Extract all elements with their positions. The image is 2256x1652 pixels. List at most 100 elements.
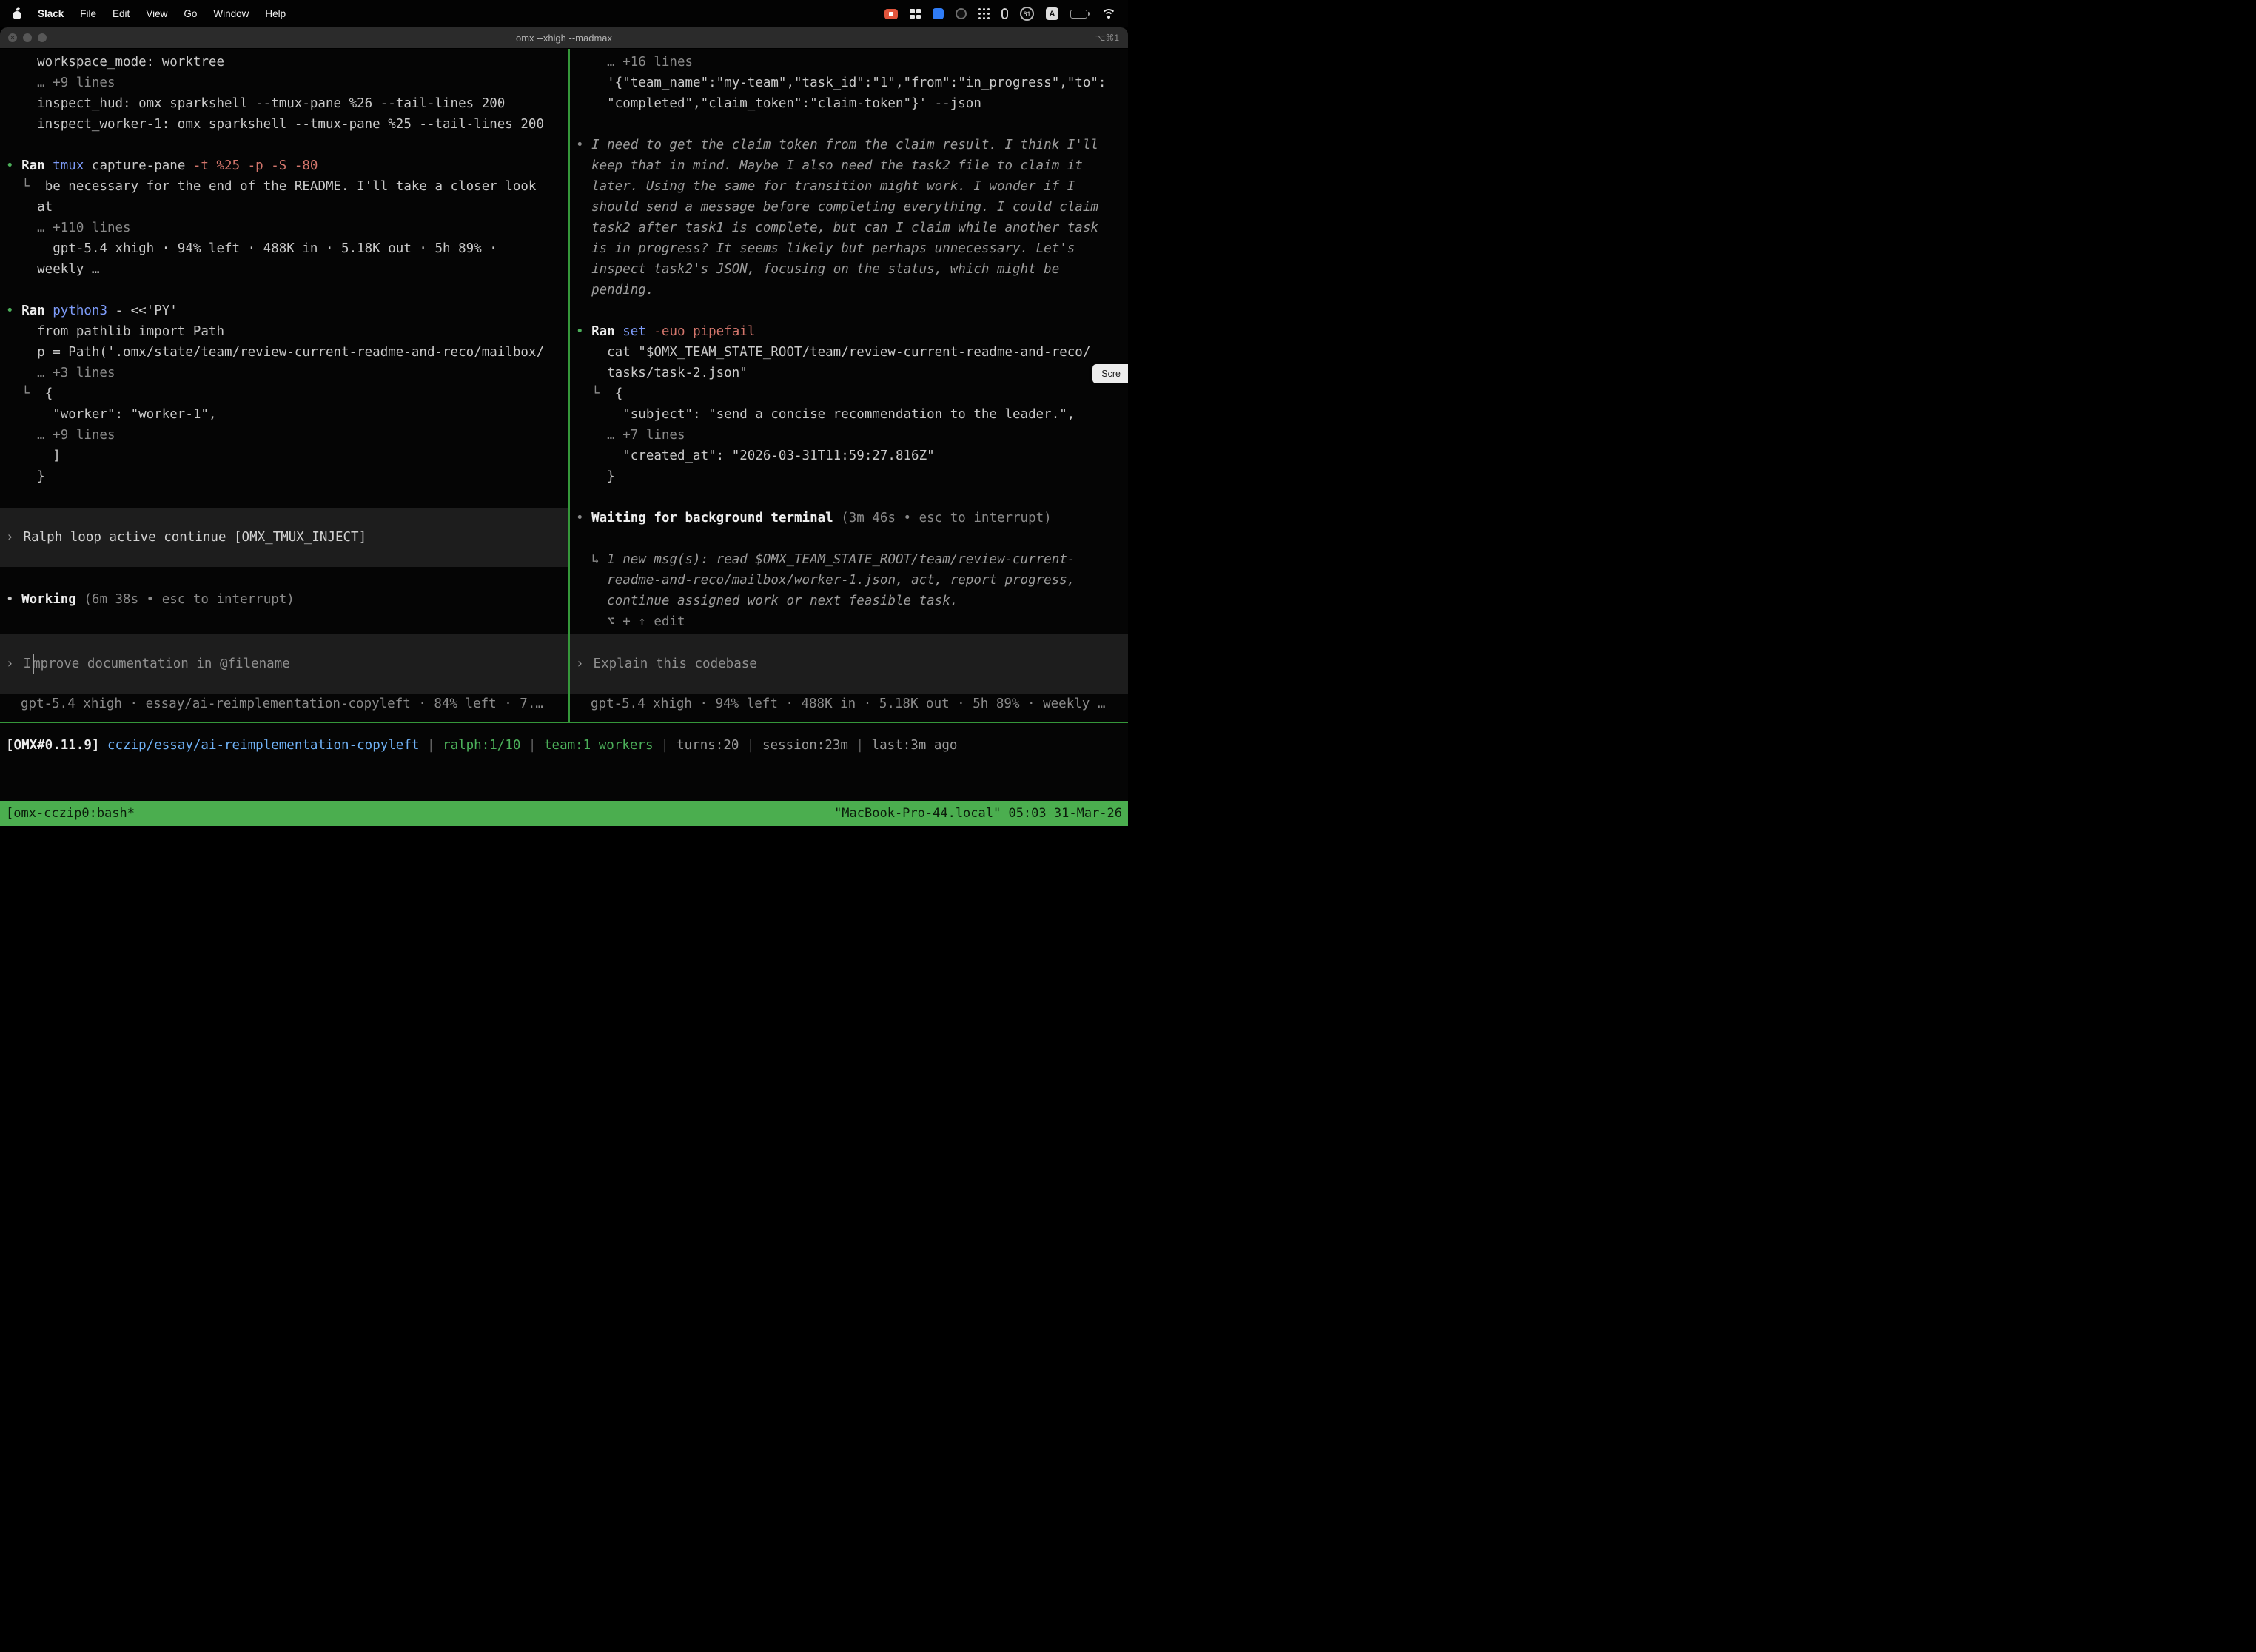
- terminal-line: … +3 lines: [0, 363, 568, 383]
- menu-view[interactable]: View: [138, 8, 175, 19]
- apple-menu-icon[interactable]: [12, 7, 23, 20]
- terminal-line: from pathlib import Path: [0, 321, 568, 342]
- terminal-line: … +9 lines: [0, 425, 568, 446]
- chat-input-left[interactable]: › Improve documentation in @filename: [0, 634, 568, 694]
- menu-edit[interactable]: Edit: [105, 8, 137, 19]
- terminal-line: weekly …: [0, 259, 568, 280]
- minimize-button[interactable]: [23, 33, 32, 42]
- right-pane-footer: gpt-5.4 xhigh · 94% left · 488K in · 5.1…: [570, 694, 1128, 714]
- terminal-line: [0, 135, 568, 155]
- terminal-line: [OMX#0.11.9] cczip/essay/ai-reimplementa…: [0, 735, 1128, 756]
- terminal-line: workspace_mode: worktree: [0, 52, 568, 73]
- left-pane-scrollback: workspace_mode: worktree … +9 lines insp…: [0, 52, 568, 508]
- window-title: omx --xhigh --madmax: [0, 33, 1128, 44]
- terminal-line: keep that in mind. Maybe I also need the…: [570, 155, 1128, 176]
- terminal-line: [570, 487, 1128, 508]
- terminal-line: [570, 528, 1128, 549]
- terminal-line: [0, 487, 568, 508]
- terminal-line: [570, 300, 1128, 321]
- terminal-content: workspace_mode: worktree … +9 lines insp…: [0, 49, 1128, 826]
- terminal-line: "completed","claim_token":"claim-token"}…: [570, 93, 1128, 114]
- terminal-line: inspect task2's JSON, focusing on the st…: [570, 259, 1128, 280]
- terminal-line: should send a message before completing …: [570, 197, 1128, 218]
- tmux-pane-left[interactable]: workspace_mode: worktree … +9 lines insp…: [0, 49, 568, 722]
- terminal-line: tasks/task-2.json": [570, 363, 1128, 383]
- terminal-line: p = Path('.omx/state/team/review-current…: [0, 342, 568, 363]
- terminal-line: └ be necessary for the end of the README…: [0, 176, 568, 197]
- terminal-line: ↳ 1 new msg(s): read $OMX_TEAM_STATE_ROO…: [570, 549, 1128, 570]
- traffic-lights: ×: [0, 33, 47, 42]
- terminal-line: inspect_worker-1: omx sparkshell --tmux-…: [0, 114, 568, 135]
- window-shortcut-badge: ⌥⌘1: [1095, 33, 1128, 43]
- terminal-line: [0, 280, 568, 300]
- placeholder-rest: mprove documentation in @filename: [33, 657, 290, 671]
- terminal-line: ]: [0, 446, 568, 466]
- battery-percent-badge[interactable]: 61: [1020, 7, 1034, 21]
- terminal-line: later. Using the same for transition mig…: [570, 176, 1128, 197]
- inject-banner-text: Ralph loop active continue [OMX_TMUX_INJ…: [24, 530, 367, 545]
- terminal-line: … +7 lines: [570, 425, 1128, 446]
- terminal-line: is in progress? It seems likely but perh…: [570, 238, 1128, 259]
- text-cursor: I: [24, 657, 32, 671]
- terminal-line: readme-and-reco/mailbox/worker-1.json, a…: [570, 570, 1128, 591]
- menu-bar-left: Slack File Edit View Go Window Help: [12, 7, 293, 20]
- blue-app-icon[interactable]: [933, 8, 944, 19]
- terminal-line: task2 after task1 is complete, but can I…: [570, 218, 1128, 238]
- working-status-row: • Working (6m 38s • esc to interrupt): [0, 589, 568, 610]
- terminal-line: cat "$OMX_TEAM_STATE_ROOT/team/review-cu…: [570, 342, 1128, 363]
- tmux-pane-right[interactable]: … +16 lines '{"team_name":"my-team","tas…: [570, 49, 1128, 722]
- terminal-window: × omx --xhigh --madmax ⌥⌘1 workspace_mod…: [0, 27, 1128, 826]
- zoom-button[interactable]: [38, 33, 47, 42]
- prompt-chevron-icon: ›: [6, 657, 14, 671]
- dots-grid-icon[interactable]: [978, 8, 990, 19]
- input-source-icon[interactable]: A: [1046, 7, 1058, 20]
- menu-help[interactable]: Help: [258, 8, 293, 19]
- terminal-line: pending.: [570, 280, 1128, 300]
- menu-window[interactable]: Window: [206, 8, 256, 19]
- tmux-host-clock: "MacBook-Pro-44.local" 05:03 31-Mar-26: [834, 806, 1122, 821]
- terminal-line: }: [570, 466, 1128, 487]
- window-grid-icon[interactable]: [910, 9, 921, 19]
- terminal-line: inspect_hud: omx sparkshell --tmux-pane …: [0, 93, 568, 114]
- terminal-line: ⌥ + ↑ edit: [570, 611, 1128, 632]
- close-button[interactable]: ×: [8, 33, 17, 42]
- terminal-line: … +16 lines: [570, 52, 1128, 73]
- chat-input-placeholder: Improve documentation in @filename: [24, 657, 290, 671]
- right-pane-scrollback: … +16 lines '{"team_name":"my-team","tas…: [570, 52, 1128, 632]
- terminal-line: at: [0, 197, 568, 218]
- inject-banner[interactable]: › Ralph loop active continue [OMX_TMUX_I…: [0, 508, 568, 567]
- pill-app-icon[interactable]: [1001, 8, 1008, 19]
- terminal-line: }: [0, 466, 568, 487]
- tmux-status-bar: [omx-cczip0:bash* "MacBook-Pro-44.local"…: [0, 801, 1128, 826]
- terminal-line: … +9 lines: [0, 73, 568, 93]
- dark-app-icon[interactable]: [956, 8, 967, 19]
- chat-input-right[interactable]: › Explain this codebase: [570, 634, 1128, 694]
- wifi-icon[interactable]: [1101, 9, 1116, 19]
- menu-bar: Slack File Edit View Go Window Help 61 A: [0, 0, 1128, 27]
- menu-go[interactable]: Go: [176, 8, 204, 19]
- terminal-line: … +110 lines: [0, 218, 568, 238]
- terminal-line: • Waiting for background terminal (3m 46…: [570, 508, 1128, 528]
- menu-file[interactable]: File: [73, 8, 104, 19]
- terminal-line: "created_at": "2026-03-31T11:59:27.816Z": [570, 446, 1128, 466]
- terminal-line: • Ran set -euo pipefail: [570, 321, 1128, 342]
- prompt-chevron-icon: ›: [576, 657, 584, 671]
- terminal-line: [570, 114, 1128, 135]
- terminal-line: "worker": "worker-1",: [0, 404, 568, 425]
- terminal-line: • Working (6m 38s • esc to interrupt): [0, 589, 568, 610]
- tmux-panes: workspace_mode: worktree … +9 lines insp…: [0, 49, 1128, 722]
- window-title-bar[interactable]: × omx --xhigh --madmax ⌥⌘1: [0, 27, 1128, 49]
- terminal-line: • Ran python3 - <<'PY': [0, 300, 568, 321]
- prompt-chevron-icon: ›: [6, 530, 14, 545]
- tmux-session-label: [omx-cczip0:bash*: [6, 806, 135, 821]
- battery-icon[interactable]: [1070, 10, 1090, 19]
- terminal-line: • Ran tmux capture-pane -t %25 -p -S -80: [0, 155, 568, 176]
- terminal-line: • I need to get the claim token from the…: [570, 135, 1128, 155]
- screen-recording-indicator-icon[interactable]: [884, 9, 898, 19]
- terminal-line: "subject": "send a concise recommendatio…: [570, 404, 1128, 425]
- menu-app-name[interactable]: Slack: [30, 8, 71, 19]
- chat-input-placeholder: Explain this codebase: [594, 657, 757, 671]
- terminal-line: '{"team_name":"my-team","task_id":"1","f…: [570, 73, 1128, 93]
- left-pane-footer: gpt-5.4 xhigh · essay/ai-reimplementatio…: [0, 694, 568, 714]
- terminal-line: └ {: [0, 383, 568, 404]
